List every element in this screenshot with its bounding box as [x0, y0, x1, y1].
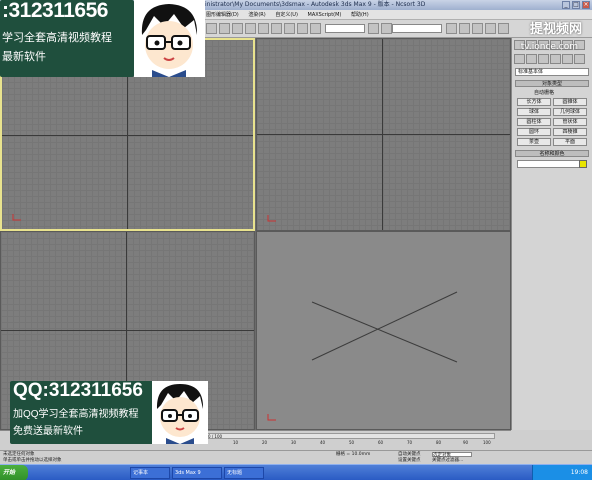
scale-icon[interactable] [310, 23, 321, 34]
autokey-button[interactable]: 自动关键点 [398, 452, 421, 457]
cartoon-avatar [134, 0, 205, 77]
viewport-front[interactable] [256, 38, 511, 231]
tick-label: 50 [349, 440, 355, 445]
minimize-icon[interactable]: _ [562, 1, 570, 9]
system-tray: 19:08 [532, 465, 592, 480]
watermark-url: tv.ionce.com [520, 42, 578, 52]
promo-banner-bottom: QQ:312311656 加QQ学习全套高清视频教程 免费送最新软件 [10, 380, 208, 444]
cartoon-face-icon [141, 4, 198, 77]
taskbar-item-untitled[interactable]: 无标题 [224, 467, 264, 479]
playback-controls [511, 430, 592, 450]
tick-label: 10 [233, 440, 239, 445]
helpers-icon[interactable] [562, 54, 573, 64]
color-swatch[interactable] [579, 160, 587, 168]
promo-line-bottom-2: 免费送最新软件 [13, 426, 83, 437]
status-prompt: 单击或单击并拖动以选择对象 [3, 458, 62, 463]
move-icon[interactable] [284, 23, 295, 34]
qq-number-top: :312311656 [2, 0, 108, 22]
menu-item-graph-editors[interactable]: 图形编辑器(D) [206, 10, 239, 20]
tube-button[interactable]: 管状体 [553, 118, 587, 126]
pivot-icon[interactable] [368, 23, 379, 34]
pyramid-button[interactable]: 四棱锥 [553, 128, 587, 136]
perspective-grid [311, 291, 458, 363]
key-filter-dropdown[interactable]: 选定对象 [432, 452, 472, 458]
torus-button[interactable]: 圆环 [517, 128, 551, 136]
sphere-button[interactable]: 球体 [517, 108, 551, 116]
status-selection: 未选定任何对象 [3, 452, 35, 457]
rollout-object-type[interactable]: 对象类型 [515, 80, 589, 87]
tick-label: 40 [320, 440, 326, 445]
promo-banner-top: :312311656 学习全套高清视频教程 最新软件 [0, 0, 134, 77]
mirror-icon[interactable] [446, 23, 457, 34]
link-icon[interactable] [232, 23, 243, 34]
geosphere-button[interactable]: 几何球体 [553, 108, 587, 116]
axis-tripod-icon [12, 214, 21, 221]
promo-line-top-1: 学习全套高清视频教程 [2, 32, 112, 44]
align-icon[interactable] [459, 23, 470, 34]
geometry-icon[interactable] [514, 54, 525, 64]
tick-label: 80 [436, 440, 442, 445]
material-editor-icon[interactable] [472, 23, 483, 34]
cameras-icon[interactable] [550, 54, 561, 64]
rotate-icon[interactable] [297, 23, 308, 34]
viewport-perspective[interactable] [256, 231, 511, 430]
named-selection-dropdown[interactable] [392, 24, 442, 33]
plane-button[interactable]: 平面 [553, 138, 587, 146]
tick-label: 70 [407, 440, 413, 445]
object-category-dropdown[interactable]: 标准基本体 [515, 68, 589, 76]
tick-label: 30 [291, 440, 297, 445]
menu-item-rendering[interactable]: 渲染(R) [248, 10, 265, 20]
tick-label: 20 [262, 440, 268, 445]
undo-icon[interactable] [206, 23, 217, 34]
select-icon[interactable] [258, 23, 269, 34]
tick-label: 100 [483, 440, 491, 445]
rollout-name-color[interactable]: 名称和颜色 [515, 150, 589, 157]
shapes-icon[interactable] [526, 54, 537, 64]
teapot-button[interactable]: 茶壶 [517, 138, 551, 146]
maximize-icon[interactable]: □ [572, 1, 580, 9]
cone-button[interactable]: 圆锥体 [553, 98, 587, 106]
axis-tripod-icon [267, 215, 276, 222]
time-slider[interactable]: 0 / 100 [205, 433, 495, 439]
menu-item-help[interactable]: 帮助(H) [351, 10, 369, 20]
tick-label: 60 [378, 440, 384, 445]
command-panel: 标准基本体 对象类型 自动栅格 长方体 圆锥体 球体 几何球体 圆柱体 管状体 … [511, 38, 592, 430]
window-title: inistrator\My Documents\3dsmax - Autodes… [205, 1, 426, 8]
object-name-field[interactable] [517, 160, 587, 168]
status-bar: 未选定任何对象 单击或单击并拖动以选择对象 栅格 = 10.0mm 自动关键点 … [0, 450, 592, 464]
unlink-icon[interactable] [245, 23, 256, 34]
track-bar[interactable]: 0 10 20 30 40 50 60 70 80 90 100 [205, 440, 495, 449]
taskbar-item-notepad[interactable]: 记事本 [130, 467, 170, 479]
select-by-name-icon[interactable] [271, 23, 282, 34]
promo-line-top-2: 最新软件 [2, 51, 46, 63]
key-filters-button[interactable]: 关键点过滤器... [432, 458, 463, 463]
time-slider-label: 0 / 100 [208, 434, 223, 439]
cartoon-face-icon [156, 384, 204, 444]
axis-tripod-icon [267, 414, 276, 421]
lights-icon[interactable] [538, 54, 549, 64]
cartoon-avatar [152, 381, 208, 444]
autogrid-checkbox[interactable]: 自动栅格 [534, 89, 592, 96]
cylinder-button[interactable]: 圆柱体 [517, 118, 551, 126]
menu-item-customize[interactable]: 自定义(U) [275, 10, 298, 20]
snap-icon[interactable] [381, 23, 392, 34]
render-icon[interactable] [485, 23, 496, 34]
reference-coord-dropdown[interactable] [325, 24, 365, 33]
quick-render-icon[interactable] [498, 23, 509, 34]
grid-readout: 栅格 = 10.0mm [336, 452, 371, 457]
box-button[interactable]: 长方体 [517, 98, 551, 106]
clock: 19:08 [570, 469, 588, 476]
start-button[interactable]: 开始 [0, 465, 28, 480]
redo-icon[interactable] [219, 23, 230, 34]
menu-item-maxscript[interactable]: MAXScript(M) [308, 10, 342, 20]
qq-number-bottom: QQ:312311656 [13, 380, 143, 401]
promo-line-bottom-1: 加QQ学习全套高清视频教程 [13, 409, 139, 420]
tick-label: 90 [463, 440, 469, 445]
setkey-button[interactable]: 设置关键点 [398, 458, 421, 463]
windows-taskbar: 开始 记事本 3ds Max 9 无标题 19:08 [0, 464, 592, 480]
close-icon[interactable]: × [582, 1, 590, 9]
spacewarps-icon[interactable] [574, 54, 585, 64]
taskbar-item-3dsmax[interactable]: 3ds Max 9 [172, 467, 222, 479]
watermark: 提视频网 [529, 22, 582, 37]
